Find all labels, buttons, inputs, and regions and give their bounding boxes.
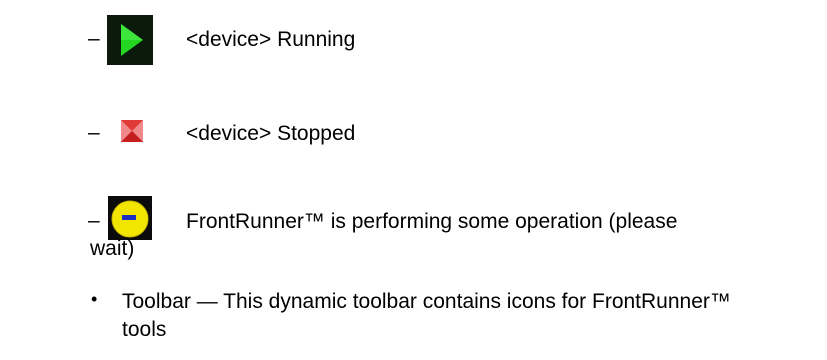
status-busy-label-line1: FrontRunner™ is performing some operatio… bbox=[186, 210, 678, 233]
status-running-label: <device> Running bbox=[186, 28, 356, 51]
dash-marker: – bbox=[88, 209, 100, 232]
toolbar-description-line1: Toolbar — This dynamic toolbar contains … bbox=[122, 290, 731, 313]
stopped-icon bbox=[121, 120, 143, 142]
toolbar-description-line2: tools bbox=[122, 318, 167, 341]
dash-marker: – bbox=[88, 121, 100, 144]
bullet-marker: • bbox=[91, 289, 98, 309]
running-play-icon bbox=[107, 15, 153, 65]
dash-marker: – bbox=[88, 27, 100, 50]
status-stopped-label: <device> Stopped bbox=[186, 122, 356, 145]
busy-icon bbox=[108, 196, 152, 240]
status-busy-label-line2: wait) bbox=[90, 237, 135, 260]
